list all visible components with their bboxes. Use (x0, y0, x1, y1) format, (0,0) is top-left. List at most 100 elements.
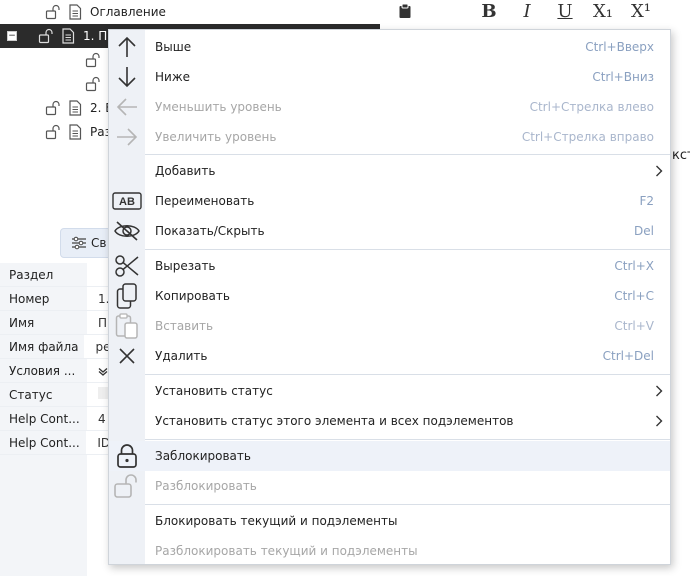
property-value: 1. (98, 291, 110, 306)
svg-text:AB: AB (119, 196, 135, 208)
property-key: Help Cont... (0, 407, 87, 430)
menu-separator (145, 374, 670, 375)
property-value: 4 (98, 411, 106, 426)
close-icon (111, 341, 143, 371)
unlock-icon (35, 25, 57, 47)
clipboard-icon[interactable] (395, 0, 415, 22)
property-key: Имя файла (0, 335, 85, 358)
menu-separator (145, 154, 670, 155)
properties-panel-background (0, 455, 87, 576)
conditions-dropdown[interactable] (87, 366, 108, 376)
properties-grid: Раздел Номер 1. Имя П Имя файла ре Условия … (0, 263, 110, 455)
property-key: Условия ... (0, 359, 87, 382)
property-key: Статус (0, 383, 87, 406)
chevron-down-icon (98, 367, 108, 376)
property-row[interactable]: Раздел (0, 263, 110, 287)
editor-text-fragment: кст (672, 148, 690, 163)
chevron-right-icon (654, 406, 664, 436)
menu-item-shortcut: Ctrl+C (614, 289, 654, 303)
eye-off-icon (111, 216, 143, 246)
chevron-right-icon (654, 376, 664, 406)
menu-item-label: Увеличить уровень (155, 130, 277, 144)
tree-item-label: Оглавление (90, 5, 166, 19)
collapse-icon[interactable]: − (7, 31, 17, 41)
format-toolbar: B I U X₁ X¹ (380, 0, 690, 24)
menu-item-shortcut: F2 (639, 194, 654, 208)
tree-item-child[interactable] (82, 72, 108, 96)
page-icon (64, 97, 86, 119)
menu-item-set-status[interactable]: Установить статус (109, 376, 670, 406)
page-icon (64, 1, 86, 23)
menu-item-label: Выше (155, 40, 192, 54)
menu-item-label: Блокировать текущий и подэлементы (155, 514, 398, 528)
menu-item-shortcut: Del (634, 224, 654, 238)
menu-item-shortcut: Ctrl+Стрелка вправо (521, 130, 654, 144)
arrow-down-icon (111, 62, 143, 92)
menu-item-lock[interactable]: Заблокировать (109, 441, 670, 471)
menu-item-label: Заблокировать (155, 449, 251, 463)
tree-item-section-2[interactable]: 2. В (42, 96, 114, 120)
property-row[interactable]: Имя файла ре (0, 335, 110, 359)
menu-item-copy[interactable]: Копировать Ctrl+C (109, 281, 670, 311)
menu-item-label: Копировать (155, 289, 230, 303)
menu-item-move-down[interactable]: Ниже Ctrl+Вниз (109, 62, 670, 92)
tree-item-section[interactable]: Раз (42, 120, 111, 144)
menu-item-shortcut: Ctrl+Вниз (592, 70, 654, 84)
menu-item-set-status-recursive[interactable]: Установить статус этого элемента и всех … (109, 406, 670, 436)
menu-item-label: Вставить (155, 319, 214, 333)
menu-item-label: Установить статус (155, 384, 273, 398)
superscript-button[interactable]: X¹ (628, 0, 654, 22)
menu-item-rename[interactable]: AB Переименовать F2 (109, 186, 670, 216)
menu-item-decrease-level[interactable]: Уменьшить уровень Ctrl+Стрелка влево (109, 92, 670, 122)
menu-separator (145, 504, 670, 505)
arrow-left-icon (111, 92, 143, 122)
arrow-up-icon (111, 32, 143, 62)
property-row[interactable]: Статус (0, 383, 110, 407)
menu-item-shortcut: Ctrl+Вверх (585, 40, 654, 54)
status-field[interactable] (87, 387, 108, 402)
menu-item-label: Удалить (155, 349, 208, 363)
menu-item-paste[interactable]: Вставить Ctrl+V (109, 311, 670, 341)
italic-button[interactable]: I (516, 0, 538, 22)
subscript-button[interactable]: X₁ (590, 0, 616, 22)
property-row[interactable]: Help Cont... ID (0, 431, 110, 455)
menu-item-lock-recursive[interactable]: Блокировать текущий и подэлементы (109, 506, 670, 536)
property-value: П (98, 315, 108, 330)
menu-item-unlock[interactable]: Разблокировать (109, 471, 670, 501)
property-row[interactable]: Условия ... (0, 359, 110, 383)
page-icon (64, 121, 86, 143)
menu-item-add[interactable]: Добавить (109, 156, 670, 186)
menu-item-label: Переименовать (155, 194, 255, 208)
menu-item-delete[interactable]: Удалить Ctrl+Del (109, 341, 670, 371)
menu-item-shortcut: Ctrl+V (614, 319, 654, 333)
menu-item-shortcut: Ctrl+X (614, 259, 654, 273)
menu-item-increase-level[interactable]: Увеличить уровень Ctrl+Стрелка вправо (109, 122, 670, 152)
bold-button[interactable]: B (478, 0, 500, 22)
unlock-icon (111, 471, 143, 501)
menu-item-move-up[interactable]: Выше Ctrl+Вверх (109, 32, 670, 62)
lock-icon (111, 441, 143, 471)
menu-item-shortcut: Ctrl+Стрелка влево (529, 100, 654, 114)
page-icon (57, 25, 79, 47)
menu-item-label: Разблокировать текущий и подэлементы (155, 544, 418, 558)
property-row[interactable]: Имя П (0, 311, 110, 335)
menu-item-show-hide[interactable]: Показать/Скрыть Del (109, 216, 670, 246)
property-key: Help Cont... (0, 431, 87, 454)
menu-item-cut[interactable]: Вырезать Ctrl+X (109, 251, 670, 281)
property-row[interactable]: Help Cont... 4 (0, 407, 110, 431)
tree-item-label: 1. П (83, 29, 108, 43)
property-key: Имя (0, 311, 87, 334)
paste-icon (111, 311, 143, 341)
scissors-icon (111, 251, 143, 281)
tree-item-toc[interactable]: Оглавление (42, 0, 166, 24)
menu-item-label: Установить статус этого элемента и всех … (155, 414, 514, 428)
menu-item-label: Добавить (155, 164, 216, 178)
property-key: Номер (0, 287, 87, 310)
menu-item-unlock-recursive[interactable]: Разблокировать текущий и подэлементы (109, 536, 670, 566)
unlock-icon (82, 73, 104, 95)
menu-item-shortcut: Ctrl+Del (602, 349, 654, 363)
tree-item-child[interactable] (82, 48, 108, 72)
underline-button[interactable]: U (554, 0, 576, 22)
menu-item-label: Разблокировать (155, 479, 257, 493)
property-row[interactable]: Номер 1. (0, 287, 110, 311)
